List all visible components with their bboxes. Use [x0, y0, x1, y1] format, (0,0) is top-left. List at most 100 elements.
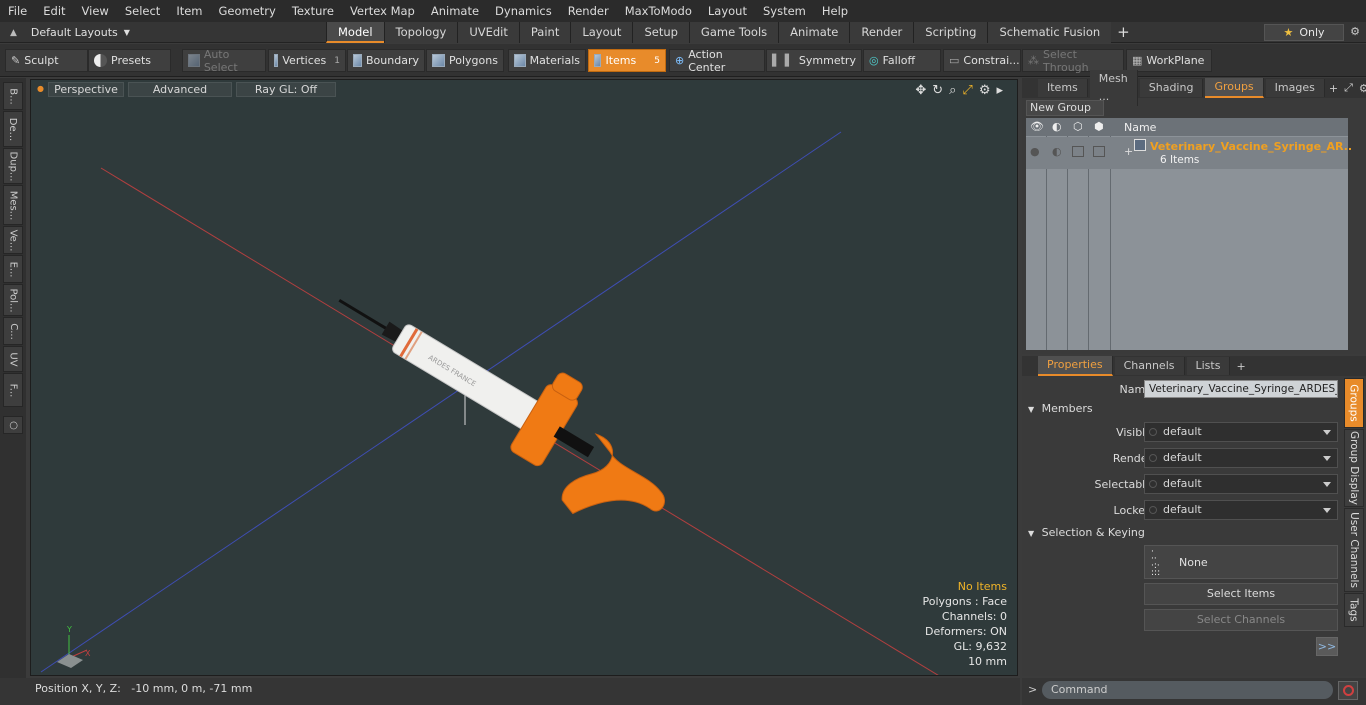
visibility-eye-icon[interactable]: ● — [1030, 145, 1040, 158]
left-tab-uv[interactable]: UV — [3, 346, 23, 372]
workplane-button[interactable]: ▦ WorkPlane — [1126, 49, 1212, 72]
menu-texture[interactable]: Texture — [284, 0, 342, 22]
3d-viewport[interactable]: ARDES FRANCE Y X ● Perspective Advanced … — [30, 79, 1018, 676]
tab-properties[interactable]: Properties — [1038, 356, 1113, 376]
members-section[interactable]: ▼ Members — [1028, 402, 1340, 418]
left-tab-curve[interactable]: C... — [3, 317, 23, 345]
command-input[interactable]: Command — [1042, 681, 1333, 699]
more-button[interactable]: >> — [1316, 637, 1338, 656]
scrollbar[interactable] — [1351, 118, 1363, 350]
tab-topology[interactable]: Topology — [383, 22, 458, 43]
left-tab-edge[interactable]: E... — [3, 255, 23, 283]
menu-view[interactable]: View — [74, 0, 117, 22]
layout-selector[interactable]: ▲ Default Layouts ▼ — [4, 22, 130, 43]
zoom-view-icon[interactable]: ⌕ — [949, 83, 956, 98]
maximize-icon[interactable]: ⤢ — [962, 83, 972, 98]
menu-vertex-map[interactable]: Vertex Map — [342, 0, 423, 22]
only-toggle[interactable]: ★ Only — [1264, 24, 1344, 41]
falloff-button[interactable]: ◎ Falloff — [863, 49, 941, 72]
side-tab-user-channels[interactable]: User Channels — [1344, 508, 1364, 592]
items-button[interactable]: Items 5 — [588, 49, 666, 72]
locked-dropdown[interactable]: default — [1144, 500, 1338, 520]
tab-channels[interactable]: Channels — [1114, 357, 1185, 375]
tab-layout[interactable]: Layout — [570, 22, 633, 43]
left-tab-fusion[interactable]: F... — [3, 373, 23, 407]
polygons-button[interactable]: Polygons — [426, 49, 504, 72]
selectable-dropdown[interactable]: default — [1144, 474, 1338, 494]
perspective-dropdown[interactable]: Perspective — [48, 82, 124, 97]
menu-maxtomodo[interactable]: MaxToModo — [617, 0, 700, 22]
menu-help[interactable]: Help — [814, 0, 856, 22]
tab-uvedit[interactable]: UVEdit — [457, 22, 519, 43]
select-channels-button[interactable]: Select Channels — [1144, 609, 1338, 631]
left-tab-expand[interactable]: ○ — [3, 416, 23, 434]
menu-file[interactable]: File — [0, 0, 35, 22]
tab-animate[interactable]: Animate — [778, 22, 850, 43]
raygl-toggle[interactable]: Ray GL: Off — [236, 82, 336, 97]
tab-setup[interactable]: Setup — [632, 22, 689, 43]
menu-edit[interactable]: Edit — [35, 0, 73, 22]
menu-system[interactable]: System — [755, 0, 814, 22]
side-tab-groups[interactable]: Groups — [1344, 378, 1364, 428]
menu-layout[interactable]: Layout — [700, 0, 755, 22]
left-tab-deform[interactable]: De... — [3, 111, 23, 147]
select-through-button[interactable]: ⁂ Select Through — [1022, 48, 1124, 74]
constraints-button[interactable]: ▭ Constrai... — [943, 49, 1021, 72]
menu-geometry[interactable]: Geometry — [211, 0, 284, 22]
expand-icon[interactable]: ⤢ — [1344, 81, 1353, 95]
advanced-dropdown[interactable]: Advanced — [128, 82, 232, 97]
visible-dropdown[interactable]: default — [1144, 422, 1338, 442]
render-toggle-icon[interactable]: ◐ — [1052, 145, 1062, 158]
rotate-view-icon[interactable]: ↻ — [932, 83, 943, 98]
name-field[interactable]: Veterinary_Vaccine_Syringe_ARDES_1 — [1144, 380, 1338, 398]
record-icon[interactable] — [1338, 681, 1358, 700]
play-arrow-icon[interactable]: ▸ — [996, 83, 1003, 98]
tab-images[interactable]: Images — [1265, 79, 1325, 97]
select-checkbox[interactable] — [1093, 146, 1105, 157]
sculpt-button[interactable]: ✎ Sculpt — [5, 49, 88, 72]
menu-animate[interactable]: Animate — [423, 0, 487, 22]
group-row[interactable]: ● ◐ + Veterinary_Vaccine_Syringe_AR... 6… — [1026, 137, 1356, 169]
tab-scripting[interactable]: Scripting — [913, 22, 988, 43]
render-dropdown[interactable]: default — [1144, 448, 1338, 468]
tab-schematic-fusion[interactable]: Schematic Fusion — [987, 22, 1112, 43]
tab-model[interactable]: Model — [326, 22, 384, 43]
side-tab-tags[interactable]: Tags — [1344, 593, 1364, 627]
left-tab-basic[interactable]: B... — [3, 82, 23, 110]
add-tab-button[interactable]: + — [1111, 22, 1136, 43]
expand-plus-icon[interactable]: + — [1124, 145, 1133, 158]
left-tab-vertex[interactable]: Ve... — [3, 226, 23, 254]
lock-checkbox[interactable] — [1072, 146, 1084, 157]
symmetry-button[interactable]: ▌▐ Symmetry — [766, 49, 862, 72]
action-center-button[interactable]: ⊕ Action Center — [669, 48, 765, 74]
vertices-button[interactable]: Vertices 1 — [268, 49, 346, 72]
tab-paint[interactable]: Paint — [518, 22, 571, 43]
left-tab-duplicate[interactable]: Dup... — [3, 148, 23, 184]
tab-render[interactable]: Render — [849, 22, 914, 43]
left-tab-polygon[interactable]: Pol... — [3, 284, 23, 316]
menu-item[interactable]: Item — [168, 0, 210, 22]
materials-button[interactable]: Materials — [508, 49, 586, 72]
tab-lists[interactable]: Lists — [1186, 357, 1231, 375]
side-tab-group-display[interactable]: Group Display — [1344, 429, 1364, 507]
viewport-gear-icon[interactable]: ⚙ — [979, 83, 991, 98]
menu-select[interactable]: Select — [117, 0, 168, 22]
new-group-button[interactable]: New Group — [1026, 100, 1104, 116]
tab-items[interactable]: Items — [1038, 79, 1088, 97]
select-items-button[interactable]: Select Items — [1144, 583, 1338, 605]
left-tab-mesh[interactable]: Mes... — [3, 185, 23, 225]
tab-groups[interactable]: Groups — [1205, 78, 1264, 98]
group-list[interactable]: 👁 ◐ ⬡ ⬢ Name ● ◐ + Veterinary_Vaccine_Sy… — [1026, 118, 1356, 350]
move-view-icon[interactable]: ✥ — [915, 83, 926, 98]
add-panel-tab-icon[interactable]: + — [1329, 82, 1338, 95]
menu-render[interactable]: Render — [560, 0, 617, 22]
presets-button[interactable]: Presets — [88, 49, 171, 72]
menu-dynamics[interactable]: Dynamics — [487, 0, 560, 22]
boundary-button[interactable]: Boundary — [347, 49, 425, 72]
selection-keying-section[interactable]: ▼ Selection & Keying — [1028, 526, 1340, 542]
tab-shading[interactable]: Shading — [1139, 79, 1204, 97]
gear-icon[interactable]: ⚙ — [1350, 25, 1360, 38]
auto-select-button[interactable]: Auto Select — [182, 48, 266, 74]
keying-none-button[interactable]: · ·· ·:·::: None — [1144, 545, 1338, 579]
add-properties-tab-icon[interactable]: + — [1236, 360, 1245, 373]
